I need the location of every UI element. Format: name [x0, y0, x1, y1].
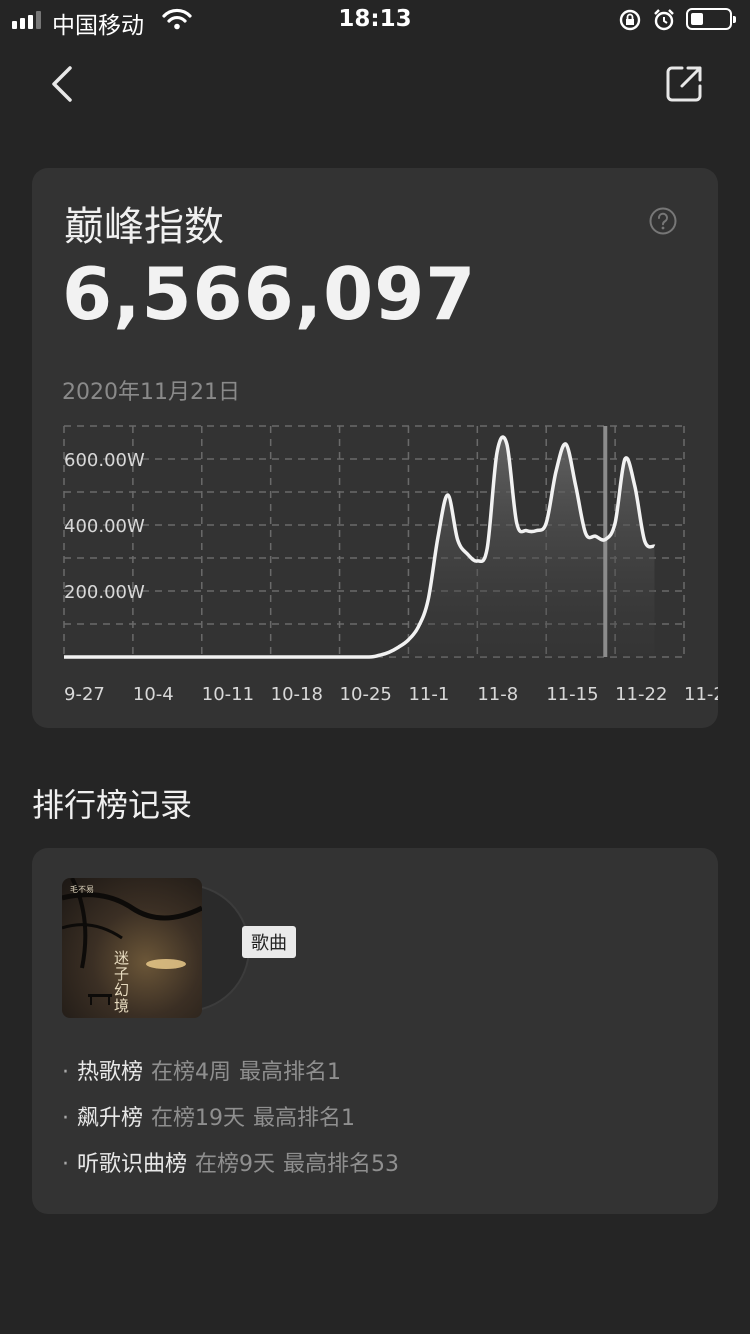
rank-best: 最高排名53	[283, 1152, 400, 1177]
rank-weeks: 在榜4周	[151, 1060, 232, 1085]
rank-chart-name: 听歌识曲榜	[77, 1152, 188, 1177]
album-cover: 毛不易 迷 子 幻 境	[62, 878, 202, 1018]
share-icon[interactable]	[662, 62, 706, 106]
rank-weeks: 在榜9天	[195, 1152, 276, 1177]
peak-index-chart[interactable]: 600.00W 400.00W 200.00W 9-27 10-4 10-11 10-18…	[32, 168, 718, 728]
chart-records-title: 排行榜记录	[32, 786, 193, 824]
album-art[interactable]: 毛不易 迷 子 幻 境	[62, 878, 250, 1018]
x-tick-label: 11-22	[615, 684, 667, 705]
battery-icon	[686, 8, 736, 30]
x-tick-label: 10-25	[340, 684, 392, 705]
rank-item: · 听歌识曲榜 在榜9天 最高排名53	[62, 1152, 400, 1177]
x-tick-label: 10-11	[202, 684, 254, 705]
album-cover-artist: 毛不易	[70, 885, 94, 894]
y-tick-label: 600.00W	[64, 450, 145, 471]
peak-index-card: 巅峰指数 6,566,097 2020年11月21日 600.00W 400.00…	[32, 168, 718, 728]
rank-best: 最高排名1	[253, 1106, 356, 1131]
album-cover-title: 迷 子 幻 境	[114, 949, 130, 1015]
rank-chart-name: 飙升榜	[77, 1106, 144, 1131]
chart-area-fill	[64, 436, 655, 657]
x-tick-label: 9-27	[64, 684, 105, 705]
x-tick-label: 10-4	[133, 684, 174, 705]
alarm-icon	[654, 9, 674, 31]
rank-best: 最高排名1	[239, 1060, 342, 1085]
rank-chart-name: 热歌榜	[77, 1060, 144, 1085]
ranking-record-card[interactable]: 毛不易 迷 子 幻 境 歌曲 · 热歌榜 在榜4周 最高排名1 · 飙升榜 在榜19天 最高…	[32, 848, 718, 1214]
rank-item: · 热歌榜 在榜4周 最高排名1	[62, 1060, 342, 1085]
song-tag: 歌曲	[242, 926, 296, 958]
x-tick-label: 11-1	[408, 684, 449, 705]
x-tick-label: 11-8	[477, 684, 518, 705]
rotation-lock-icon	[619, 9, 641, 31]
status-bar: 中国移动 18:13	[0, 0, 750, 40]
y-tick-label: 400.00W	[64, 516, 145, 537]
y-tick-label: 200.00W	[64, 582, 145, 603]
rank-weeks: 在榜19天	[151, 1106, 246, 1131]
x-tick-label: 11-29	[684, 684, 718, 705]
rank-item: · 飙升榜 在榜19天 最高排名1	[62, 1106, 356, 1131]
x-tick-label: 11-15	[546, 684, 598, 705]
x-tick-label: 10-18	[271, 684, 323, 705]
back-chevron-icon[interactable]	[46, 62, 86, 106]
